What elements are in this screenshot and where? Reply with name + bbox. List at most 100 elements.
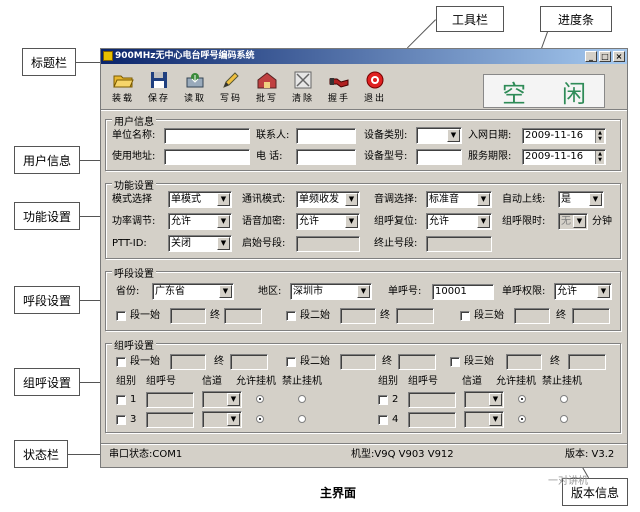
callout-group-settings: 组呼设置 bbox=[14, 368, 80, 396]
group-row-checkbox[interactable] bbox=[116, 395, 126, 405]
read-button[interactable]: 读取 bbox=[177, 69, 213, 104]
write-code-button[interactable]: 写码 bbox=[213, 69, 249, 104]
gseg2-start-input[interactable] bbox=[340, 354, 376, 370]
close-button[interactable]: × bbox=[613, 51, 625, 62]
auto-online-select[interactable]: 是 ▼ bbox=[558, 191, 604, 208]
contact-input[interactable] bbox=[296, 128, 356, 144]
seg3-checkbox[interactable] bbox=[460, 311, 470, 321]
unit-name-input[interactable] bbox=[164, 128, 250, 144]
gseg1-end-input[interactable] bbox=[230, 354, 268, 370]
forbid-radio[interactable] bbox=[560, 395, 568, 403]
allow-radio[interactable] bbox=[256, 395, 264, 403]
load-button[interactable]: 装载 bbox=[105, 69, 141, 104]
single-perm-select[interactable]: 允许 ▼ bbox=[554, 283, 612, 300]
seg2-end-input[interactable] bbox=[396, 308, 434, 324]
voice-enc-label: 语音加密: bbox=[242, 216, 286, 227]
clear-button[interactable]: 清除 bbox=[285, 69, 321, 104]
mode-select[interactable]: 单模式 ▼ bbox=[168, 191, 232, 208]
status-separator bbox=[101, 443, 627, 445]
chevron-down-icon: ▼ bbox=[573, 215, 586, 228]
seg3-end-input[interactable] bbox=[572, 308, 610, 324]
watermark: 一对讲机 bbox=[548, 476, 588, 487]
seg3-start-input[interactable] bbox=[514, 308, 550, 324]
channel-select[interactable]: ▼ bbox=[464, 391, 504, 408]
handshake-button[interactable]: 握手 bbox=[321, 69, 357, 104]
callout-toolbar: 工具栏 bbox=[436, 6, 504, 32]
col-allow-left: 允许挂机 bbox=[236, 376, 276, 387]
group-no-input[interactable] bbox=[146, 412, 194, 428]
folder-open-icon bbox=[113, 75, 134, 88]
single-no-input[interactable]: 10001 bbox=[432, 284, 494, 300]
exit-button[interactable]: 退出 bbox=[357, 69, 393, 104]
tone-select[interactable]: 标准音 ▼ bbox=[426, 191, 492, 208]
gseg1-checkbox[interactable] bbox=[116, 357, 126, 367]
start-no-input[interactable] bbox=[296, 236, 360, 252]
gseg3-start-input[interactable] bbox=[506, 354, 542, 370]
seg2-checkbox[interactable] bbox=[286, 311, 296, 321]
title-bar: 900MHz无中心电台呼号编码系统 _ □ × bbox=[101, 49, 627, 64]
service-period-input[interactable]: 2009-11-16 ▲ ▼ bbox=[522, 149, 606, 165]
end-no-input[interactable] bbox=[426, 236, 492, 252]
status-display: 空 闲 bbox=[483, 74, 605, 108]
call-settings-title: 呼段设置 bbox=[112, 265, 156, 280]
connector-line bbox=[68, 454, 104, 455]
group-row-checkbox[interactable] bbox=[378, 415, 388, 425]
seg1-checkbox[interactable] bbox=[116, 311, 126, 321]
gseg1-start-input[interactable] bbox=[170, 354, 206, 370]
gseg3-end-input[interactable] bbox=[568, 354, 606, 370]
group-no-input[interactable] bbox=[146, 392, 194, 408]
channel-select[interactable]: ▼ bbox=[202, 391, 242, 408]
region-label: 地区: bbox=[258, 286, 282, 297]
comm-mode-select[interactable]: 单频收发 ▼ bbox=[296, 191, 360, 208]
unit-name-label: 单位名称: bbox=[112, 130, 156, 141]
gseg3-checkbox[interactable] bbox=[450, 357, 460, 367]
group-row-checkbox[interactable] bbox=[378, 395, 388, 405]
batch-write-button[interactable]: 批写 bbox=[249, 69, 285, 104]
channel-select[interactable]: ▼ bbox=[464, 411, 504, 428]
col-channel-left: 信道 bbox=[202, 376, 222, 387]
group-limit-select[interactable]: 无 ▼ bbox=[558, 213, 588, 230]
chevron-down-icon: ▼ bbox=[489, 393, 502, 406]
gseg3-end-label: 终 bbox=[550, 356, 560, 367]
gseg2-checkbox[interactable] bbox=[286, 357, 296, 367]
forbid-radio[interactable] bbox=[298, 395, 306, 403]
gseg2-end-input[interactable] bbox=[398, 354, 436, 370]
join-date-input[interactable]: 2009-11-16 ▲ ▼ bbox=[522, 128, 606, 144]
allow-radio[interactable] bbox=[256, 415, 264, 423]
group-reset-label: 组呼复位: bbox=[374, 216, 418, 227]
callout-func-settings: 功能设置 bbox=[14, 202, 80, 230]
device-cat-select[interactable]: ▼ bbox=[416, 127, 462, 144]
voice-enc-select[interactable]: 允许 ▼ bbox=[296, 213, 360, 230]
group-row-checkbox[interactable] bbox=[116, 415, 126, 425]
exit-icon bbox=[366, 71, 384, 89]
seg2-start-input[interactable] bbox=[340, 308, 376, 324]
channel-select[interactable]: ▼ bbox=[202, 411, 242, 428]
ptt-select[interactable]: 关闭 ▼ bbox=[168, 235, 232, 252]
floppy-disk-icon bbox=[151, 72, 167, 88]
status-char-1: 空 bbox=[502, 79, 526, 108]
seg1-start-input[interactable] bbox=[170, 308, 206, 324]
group-reset-select[interactable]: 允许 ▼ bbox=[426, 213, 492, 230]
save-button[interactable]: 保存 bbox=[141, 69, 177, 104]
allow-radio[interactable] bbox=[518, 395, 526, 403]
spin-icon: ▲ ▼ bbox=[595, 151, 604, 164]
callout-call-settings: 呼段设置 bbox=[14, 286, 80, 314]
group-row-number: 4 bbox=[392, 414, 399, 425]
region-select[interactable]: 深圳市 ▼ bbox=[290, 283, 372, 300]
handshake-icon bbox=[329, 78, 349, 88]
minimize-button[interactable]: _ bbox=[585, 51, 597, 62]
seg1-end-input[interactable] bbox=[224, 308, 262, 324]
col-group-left: 组别 bbox=[116, 376, 136, 387]
phone-input[interactable] bbox=[296, 149, 356, 165]
group-no-input[interactable] bbox=[408, 392, 456, 408]
group-no-input[interactable] bbox=[408, 412, 456, 428]
power-select[interactable]: 允许 ▼ bbox=[168, 213, 232, 230]
forbid-radio[interactable] bbox=[298, 415, 306, 423]
province-select[interactable]: 广东省 ▼ bbox=[152, 283, 234, 300]
device-model-input[interactable] bbox=[416, 149, 462, 165]
address-input[interactable] bbox=[164, 149, 250, 165]
maximize-button[interactable]: □ bbox=[599, 51, 611, 62]
allow-radio[interactable] bbox=[518, 415, 526, 423]
minute-label: 分钟 bbox=[592, 216, 612, 227]
forbid-radio[interactable] bbox=[560, 415, 568, 423]
